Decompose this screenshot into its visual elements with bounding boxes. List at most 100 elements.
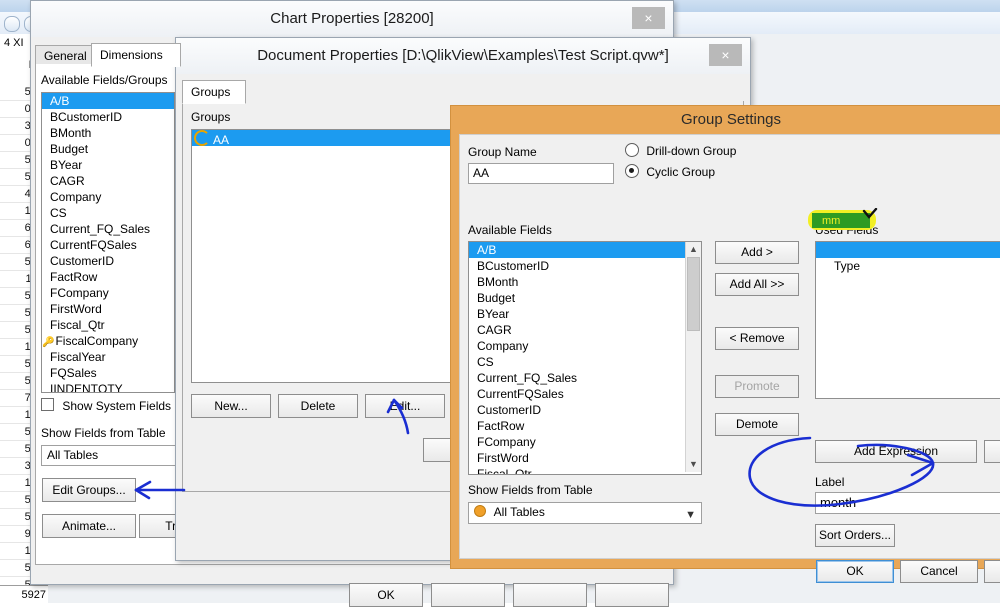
chart-help-button[interactable] <box>595 583 669 607</box>
group-settings-dialog[interactable]: Group Settings Group Name AA Drill-down … <box>450 105 1000 583</box>
available-field-item[interactable]: CS <box>42 205 174 221</box>
group-help-button[interactable] <box>984 560 1000 583</box>
add-expression-button[interactable]: Add Expression <box>815 440 977 463</box>
show-fields-from-table-label: Show Fields from Table <box>468 483 593 497</box>
group-available-field-item[interactable]: CustomerID <box>469 402 687 418</box>
group-available-field-item[interactable]: Current_FQ_Sales <box>469 370 687 386</box>
available-field-item[interactable]: FactRow <box>42 269 174 285</box>
available-field-item[interactable]: CurrentFQSales <box>42 237 174 253</box>
group-available-field-item[interactable]: BMonth <box>469 274 687 290</box>
cyclic-radio[interactable] <box>625 164 639 178</box>
show-fields-from-table-value: All Tables <box>493 505 545 519</box>
available-field-item[interactable]: BCustomerID <box>42 109 174 125</box>
group-available-fields-list[interactable]: A/B BCustomerID BMonth Budget BYear CAGR Compa… <box>468 241 702 475</box>
show-fields-from-table-label: Show Fields from Table <box>41 426 166 440</box>
all-tables-icon <box>474 505 486 517</box>
close-icon[interactable]: × <box>632 7 665 29</box>
group-available-field-item[interactable]: FCompany <box>469 434 687 450</box>
show-system-fields-row[interactable]: Show System Fields <box>41 398 171 413</box>
group-available-field-item[interactable]: CurrentFQSales <box>469 386 687 402</box>
tab-dimensions[interactable]: Dimensions <box>91 43 181 67</box>
listbox-total: 5927 <box>0 585 48 604</box>
edit-groups-button[interactable]: Edit Groups... <box>42 478 136 502</box>
available-field-item[interactable]: Budget <box>42 141 174 157</box>
available-field-item[interactable]: Fiscal_Qtr <box>42 317 174 333</box>
available-field-item[interactable]: BYear <box>42 157 174 173</box>
drill-down-radio-row[interactable]: Drill-down Group <box>625 143 736 158</box>
close-icon[interactable]: × <box>709 44 742 66</box>
available-field-item[interactable]: CustomerID <box>42 253 174 269</box>
transfer-button-promote: Promote <box>715 375 799 398</box>
group-available-field-item[interactable]: Fiscal_Qtr <box>469 466 687 474</box>
available-field-item[interactable]: CAGR <box>42 173 174 189</box>
cyclic-label: Cyclic Group <box>646 165 716 179</box>
groups-list[interactable]: AA <box>191 129 459 383</box>
chart-cancel-button[interactable] <box>431 583 505 607</box>
chart-properties-titlebar[interactable]: Chart Properties [28200] × <box>31 1 673 38</box>
used-fields-list[interactable]: Type <box>815 241 1000 399</box>
available-fields-label: Available Fields/Groups <box>41 73 168 87</box>
document-properties-tabstrip[interactable]: Groups <box>182 80 702 104</box>
show-system-fields-checkbox[interactable] <box>41 398 54 411</box>
document-properties-titlebar[interactable]: Document Properties [D:\QlikView\Example… <box>176 38 750 75</box>
group-available-field-item[interactable]: A/B <box>469 242 687 258</box>
available-field-item[interactable]: FirstWord <box>42 301 174 317</box>
group-available-field-item[interactable]: CAGR <box>469 322 687 338</box>
label-input[interactable]: month <box>815 492 1000 514</box>
drill-down-label: Drill-down Group <box>646 144 737 158</box>
chart-apply-button[interactable] <box>513 583 587 607</box>
group-list-item-label: AA <box>213 133 230 146</box>
group-name-input[interactable]: AA <box>468 163 614 184</box>
delete-group-button[interactable]: Delete <box>278 394 358 418</box>
transfer-button-add[interactable]: Add > <box>715 241 799 264</box>
animate-button[interactable]: Animate... <box>42 514 136 538</box>
used-field-item[interactable]: Type <box>816 258 1000 274</box>
listbox-top-label: 4 XI <box>4 37 24 49</box>
available-field-item[interactable]: FCompany <box>42 285 174 301</box>
used-field-item[interactable] <box>816 242 1000 258</box>
available-field-item[interactable]: Current_FQ_Sales <box>42 221 174 237</box>
edit-group-button[interactable]: Edit... <box>365 394 445 418</box>
chevron-down-icon[interactable]: ▼ <box>685 506 696 524</box>
transfer-button-add-all[interactable]: Add All >> <box>715 273 799 296</box>
show-fields-from-table-combo[interactable]: All Tables ▼ <box>468 502 702 524</box>
group-available-field-item[interactable]: Budget <box>469 290 687 306</box>
group-cancel-button[interactable]: Cancel <box>900 560 978 583</box>
edit-expression-button[interactable]: E <box>984 440 1000 463</box>
cyclic-radio-row[interactable]: Cyclic Group <box>625 164 715 179</box>
group-available-field-item[interactable]: Company <box>469 338 687 354</box>
group-available-field-item[interactable]: BYear <box>469 306 687 322</box>
available-fields-list[interactable]: A/B BCustomerID BMonth Budget BYear CAGR Compa… <box>41 92 175 393</box>
scroll-down-icon[interactable]: ▼ <box>686 457 701 472</box>
cyclic-group-icon <box>194 130 210 146</box>
available-field-item[interactable]: Company <box>42 189 174 205</box>
new-group-button[interactable]: New... <box>191 394 271 418</box>
group-available-field-item[interactable]: CS <box>469 354 687 370</box>
sort-orders-button[interactable]: Sort Orders... <box>815 524 895 547</box>
available-fields-scrollbar[interactable]: ▲ ▼ <box>685 242 701 472</box>
available-field-item[interactable]: FQSales <box>42 365 174 381</box>
available-field-item[interactable]: FiscalCompany <box>42 333 174 349</box>
chart-ok-button[interactable]: OK <box>349 583 423 607</box>
label-label: Label <box>815 475 845 489</box>
group-available-field-item[interactable]: BCustomerID <box>469 258 687 274</box>
group-available-field-item[interactable]: FirstWord <box>469 450 687 466</box>
group-available-field-item[interactable]: FactRow <box>469 418 687 434</box>
group-list-item[interactable]: AA <box>192 130 458 146</box>
group-ok-button[interactable]: OK <box>816 560 894 583</box>
scroll-up-icon[interactable]: ▲ <box>686 242 701 257</box>
available-field-item[interactable]: A/B <box>42 93 174 109</box>
available-field-item[interactable]: FiscalYear <box>42 349 174 365</box>
document-properties-title: Document Properties [D:\QlikView\Example… <box>257 47 669 64</box>
group-settings-title: Group Settings <box>680 111 782 128</box>
available-field-item[interactable]: IINDENTQTY <box>42 381 174 392</box>
available-field-item[interactable]: BMonth <box>42 125 174 141</box>
drill-down-radio[interactable] <box>625 143 639 157</box>
show-system-fields-label: Show System Fields <box>62 399 172 413</box>
transfer-button-demote[interactable]: Demote <box>715 413 799 436</box>
toolbar-button-back[interactable] <box>4 16 20 32</box>
scrollbar-thumb[interactable] <box>687 257 700 331</box>
group-name-label: Group Name <box>468 145 537 159</box>
tab-groups[interactable]: Groups <box>182 80 246 104</box>
transfer-button-remove[interactable]: < Remove <box>715 327 799 350</box>
